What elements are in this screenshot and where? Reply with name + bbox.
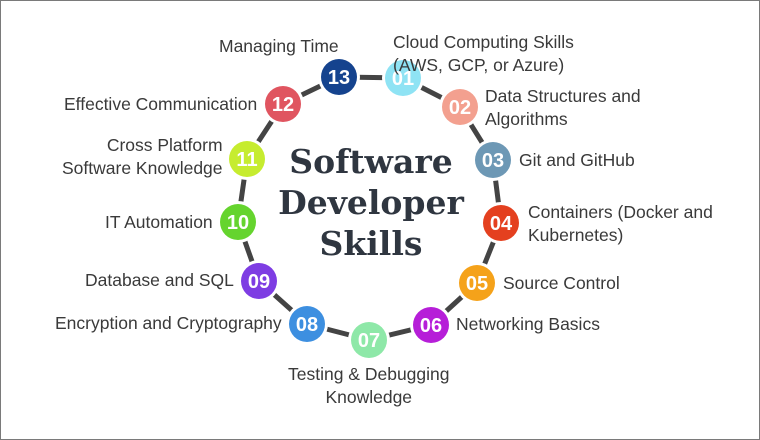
skill-label-11: Cross Platform Software Knowledge xyxy=(62,134,223,180)
skill-number: 05 xyxy=(466,273,488,295)
title-line-1: Software xyxy=(289,142,453,181)
skill-node-10: 10 xyxy=(217,201,259,243)
title-line-3: Skills xyxy=(319,224,423,263)
title-line-2: Developer xyxy=(278,183,464,222)
skill-label-line: Kubernetes) xyxy=(528,225,624,245)
skill-label-line: Containers (Docker and xyxy=(528,202,713,222)
skill-number: 07 xyxy=(358,330,380,352)
skill-number: 13 xyxy=(328,67,350,89)
skill-label-line: Knowledge xyxy=(325,387,413,407)
skill-label-line: Managing Time xyxy=(219,36,339,56)
skill-label-09: Database and SQL xyxy=(85,269,234,292)
skill-label-06: Networking Basics xyxy=(456,313,600,336)
skill-label-08: Encryption and Cryptography xyxy=(55,312,282,335)
skill-label-line: Data Structures and xyxy=(485,86,641,106)
skill-label-01: Cloud Computing Skills (AWS, GCP, or Azur… xyxy=(393,31,574,77)
skill-node-06: 06 xyxy=(410,304,452,346)
skill-node-13: 13 xyxy=(318,56,360,98)
skill-label-line: Cross Platform xyxy=(106,135,223,155)
skill-number: 08 xyxy=(296,314,318,336)
skill-label-04: Containers (Docker and Kubernetes) xyxy=(528,201,713,247)
skill-node-05: 05 xyxy=(456,262,498,304)
skill-node-09: 09 xyxy=(238,260,280,302)
skill-label-03: Git and GitHub xyxy=(519,149,635,172)
skill-number: 06 xyxy=(420,315,442,337)
skill-number: 09 xyxy=(248,271,270,293)
skill-node-07: 07 xyxy=(348,319,390,361)
skill-label-line: Cloud Computing Skills xyxy=(393,32,574,52)
skill-number: 11 xyxy=(236,149,257,171)
skill-label-line: Source Control xyxy=(503,273,620,293)
skill-label-05: Source Control xyxy=(503,272,620,295)
skill-number: 12 xyxy=(272,94,294,116)
skill-label-line: Effective Communication xyxy=(64,94,258,114)
skill-label-line: (AWS, GCP, or Azure) xyxy=(393,55,565,75)
diagram-title: Software Developer Skills xyxy=(271,141,471,264)
skill-label-line: Database and SQL xyxy=(85,270,234,290)
skill-node-11: 11 xyxy=(226,138,268,180)
skill-label-line: Testing & Debugging xyxy=(288,364,450,384)
skill-number: 03 xyxy=(482,150,504,172)
skill-label-line: Networking Basics xyxy=(456,314,600,334)
skill-label-13: Managing Time xyxy=(219,35,339,58)
skill-label-line: Software Knowledge xyxy=(62,158,223,178)
skill-number: 04 xyxy=(490,213,513,235)
skill-number: 10 xyxy=(227,212,249,234)
skill-label-12: Effective Communication xyxy=(64,93,257,116)
skill-node-03: 03 xyxy=(472,139,514,181)
skill-number: 02 xyxy=(449,97,471,119)
skill-node-04: 04 xyxy=(480,202,522,244)
skill-label-02: Data Structures and Algorithms xyxy=(485,85,641,131)
infographic: 01 02 03 04 05 06 07 08 09 10 11 12 13 Software Deve… xyxy=(0,0,760,440)
skill-label-line: Algorithms xyxy=(485,109,568,129)
skill-node-12: 12 xyxy=(262,83,304,125)
skill-label-line: Git and GitHub xyxy=(519,150,635,170)
skill-node-08: 08 xyxy=(286,303,328,345)
skill-label-line: Encryption and Cryptography xyxy=(55,313,282,333)
skill-label-line: IT Automation xyxy=(105,212,213,232)
skill-label-07: Testing & Debugging Knowledge xyxy=(288,363,450,409)
skill-node-02: 02 xyxy=(439,86,481,128)
skill-label-10: IT Automation xyxy=(105,211,213,234)
